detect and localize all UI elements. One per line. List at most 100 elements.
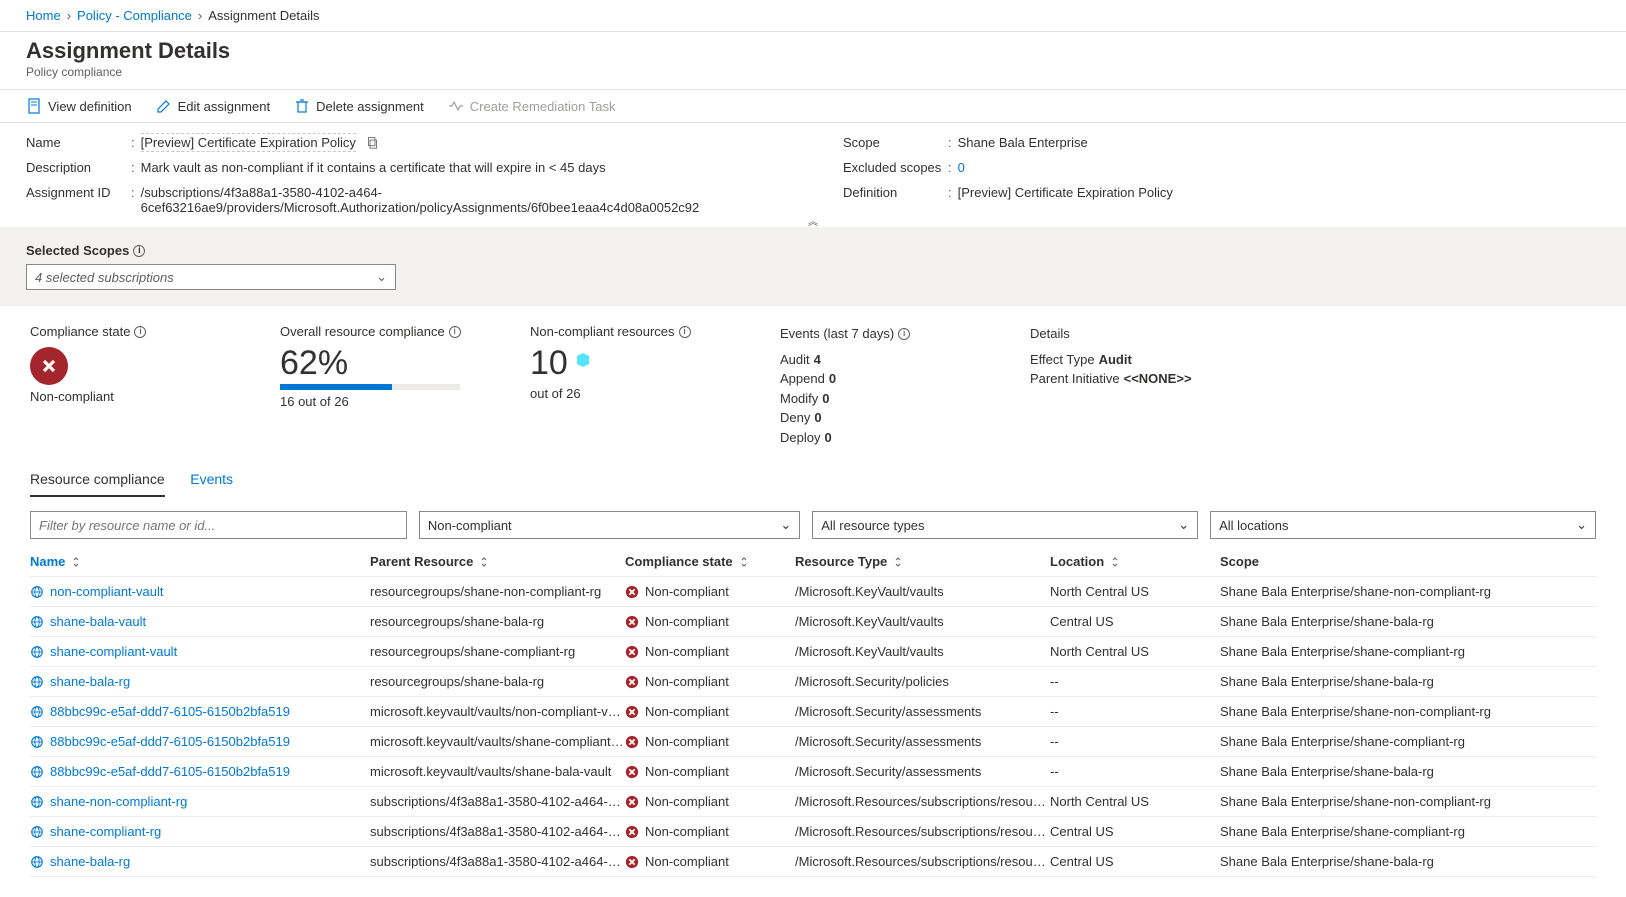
resource-type-cell: /Microsoft.Resources/subscriptions/resou… <box>795 854 1050 869</box>
resource-name-link[interactable]: shane-bala-rg <box>50 854 130 869</box>
name-label: Name <box>26 135 131 150</box>
sort-icon <box>893 557 903 567</box>
view-definition-button[interactable]: View definition <box>26 98 132 114</box>
resource-name-link[interactable]: 88bbc99c-e5af-ddd7-6105-6150b2bfa519 <box>50 704 290 719</box>
sort-icon <box>1110 557 1120 567</box>
document-icon <box>26 98 42 114</box>
location-cell: Central US <box>1050 824 1220 839</box>
resource-icon <box>30 825 44 839</box>
event-audit-label: Audit <box>780 352 810 367</box>
resource-icon <box>30 645 44 659</box>
resource-icon <box>30 675 44 689</box>
noncompliant-title: Non-compliant resources <box>530 324 675 339</box>
tab-resource-compliance[interactable]: Resource compliance <box>30 463 165 497</box>
noncompliant-icon <box>625 585 639 599</box>
breadcrumb: Home › Policy - Compliance › Assignment … <box>0 0 1626 32</box>
resource-name-link[interactable]: shane-compliant-vault <box>50 644 177 659</box>
parent-resource-cell: resourcegroups/shane-bala-rg <box>370 674 625 689</box>
definition-value: [Preview] Certificate Expiration Policy <box>958 185 1173 215</box>
parent-resource-cell: subscriptions/4f3a88a1-3580-4102-a464-6c… <box>370 854 625 869</box>
parent-resource-cell: resourcegroups/shane-compliant-rg <box>370 644 625 659</box>
event-modify-label: Modify <box>780 391 818 406</box>
parent-resource-cell: microsoft.keyvault/vaults/shane-complian… <box>370 734 625 749</box>
compliance-state-cell: Non-compliant <box>645 764 729 779</box>
resource-name-link[interactable]: shane-bala-rg <box>50 674 130 689</box>
noncompliant-sub: out of 26 <box>530 386 780 401</box>
resource-type-cell: /Microsoft.Resources/subscriptions/resou… <box>795 794 1050 809</box>
resource-name-link[interactable]: shane-compliant-rg <box>50 824 161 839</box>
location-cell: North Central US <box>1050 794 1220 809</box>
table-row: shane-bala-rg resourcegroups/shane-bala-… <box>30 667 1596 697</box>
copy-icon[interactable] <box>366 136 379 149</box>
info-icon[interactable]: i <box>898 328 910 340</box>
noncompliant-icon <box>625 735 639 749</box>
col-name[interactable]: Name <box>30 554 370 569</box>
event-append-value: 0 <box>829 371 836 386</box>
tab-events[interactable]: Events <box>190 463 233 495</box>
location-cell: North Central US <box>1050 584 1220 599</box>
excluded-scopes-value[interactable]: 0 <box>958 160 965 175</box>
location-cell: Central US <box>1050 854 1220 869</box>
non-compliant-icon <box>30 347 68 385</box>
resource-type-cell: /Microsoft.KeyVault/vaults <box>795 614 1050 629</box>
edit-assignment-button[interactable]: Edit assignment <box>156 98 271 114</box>
table-row: shane-bala-rg subscriptions/4f3a88a1-358… <box>30 847 1596 877</box>
noncompliant-icon <box>625 675 639 689</box>
col-compliance[interactable]: Compliance state <box>625 554 795 569</box>
noncompliant-icon <box>625 765 639 779</box>
col-type[interactable]: Resource Type <box>795 554 1050 569</box>
scope-cell: Shane Bala Enterprise/shane-compliant-rg <box>1220 734 1500 749</box>
selected-scopes-label: Selected Scopes <box>26 243 129 258</box>
resource-name-link[interactable]: non-compliant-vault <box>50 584 163 599</box>
chevron-down-icon: ⌄ <box>376 269 387 285</box>
health-icon <box>448 98 464 114</box>
chevron-down-icon: ⌄ <box>780 517 791 533</box>
col-location[interactable]: Location <box>1050 554 1220 569</box>
sort-icon <box>479 557 489 567</box>
table-row: 88bbc99c-e5af-ddd7-6105-6150b2bfa519 mic… <box>30 697 1596 727</box>
resource-name-link[interactable]: shane-bala-vault <box>50 614 146 629</box>
sort-icon <box>71 557 81 567</box>
resource-name-link[interactable]: 88bbc99c-e5af-ddd7-6105-6150b2bfa519 <box>50 734 290 749</box>
col-parent[interactable]: Parent Resource <box>370 554 625 569</box>
name-value[interactable]: [Preview] Certificate Expiration Policy <box>141 133 356 152</box>
filter-name-input[interactable] <box>30 511 407 539</box>
info-icon[interactable]: i <box>449 326 461 338</box>
breadcrumb-policy[interactable]: Policy - Compliance <box>77 8 192 23</box>
location-cell: -- <box>1050 704 1220 719</box>
resource-icon <box>30 705 44 719</box>
pencil-icon <box>156 98 172 114</box>
table-row: 88bbc99c-e5af-ddd7-6105-6150b2bfa519 mic… <box>30 757 1596 787</box>
resource-type-cell: /Microsoft.Security/assessments <box>795 764 1050 779</box>
parent-resource-cell: resourcegroups/shane-bala-rg <box>370 614 625 629</box>
compliance-state-cell: Non-compliant <box>645 644 729 659</box>
location-cell: -- <box>1050 764 1220 779</box>
filter-location-select[interactable]: All locations ⌄ <box>1210 511 1596 539</box>
resource-icon <box>30 795 44 809</box>
event-deny-value: 0 <box>814 410 821 425</box>
col-scope: Scope <box>1220 554 1500 569</box>
filter-compliance-select[interactable]: Non-compliant ⌄ <box>419 511 800 539</box>
toolbar: View definition Edit assignment Delete a… <box>0 89 1626 123</box>
info-icon[interactable]: i <box>679 326 691 338</box>
compliance-state-title: Compliance state <box>30 324 130 339</box>
cube-icon <box>575 352 591 368</box>
collapse-chevron-icon[interactable]: ︽ <box>798 213 828 227</box>
compliance-state-cell: Non-compliant <box>645 854 729 869</box>
scope-value: Shane Bala Enterprise <box>958 135 1088 150</box>
info-icon[interactable]: i <box>134 326 146 338</box>
filter-type-select[interactable]: All resource types ⌄ <box>812 511 1198 539</box>
breadcrumb-home[interactable]: Home <box>26 8 61 23</box>
compliance-state-cell: Non-compliant <box>645 614 729 629</box>
scope-cell: Shane Bala Enterprise/shane-non-complian… <box>1220 794 1500 809</box>
compliance-state-cell: Non-compliant <box>645 824 729 839</box>
resource-name-link[interactable]: 88bbc99c-e5af-ddd7-6105-6150b2bfa519 <box>50 764 290 779</box>
breadcrumb-current: Assignment Details <box>208 8 319 23</box>
selected-scopes-dropdown[interactable]: 4 selected subscriptions ⌄ <box>26 264 396 290</box>
compliance-state-cell: Non-compliant <box>645 734 729 749</box>
excluded-scopes-label: Excluded scopes <box>843 160 948 175</box>
resource-name-link[interactable]: shane-non-compliant-rg <box>50 794 187 809</box>
effect-type-label: Effect Type <box>1030 352 1095 367</box>
delete-assignment-button[interactable]: Delete assignment <box>294 98 424 114</box>
info-icon[interactable]: i <box>133 245 145 257</box>
